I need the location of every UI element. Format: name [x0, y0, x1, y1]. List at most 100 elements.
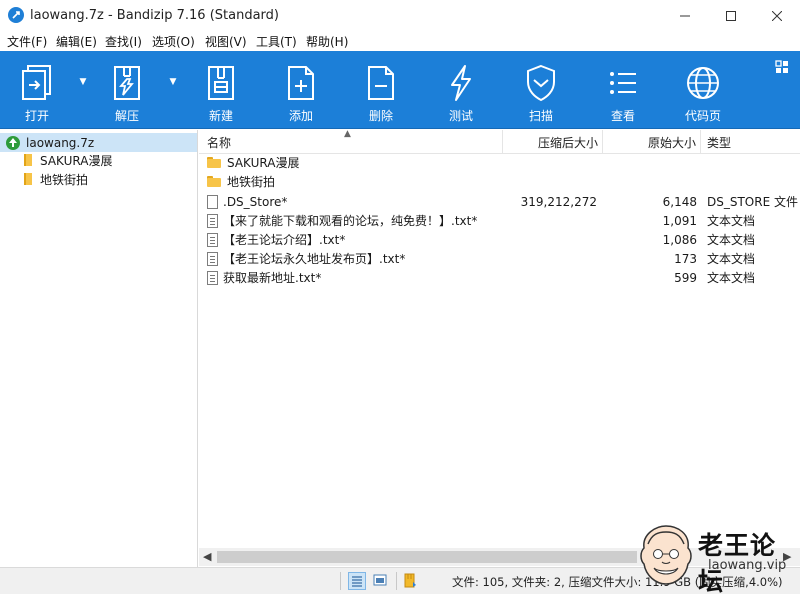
table-row[interactable]: 【老王论坛介绍】.txt* 1,086 文本文档	[199, 230, 800, 249]
row-type: 文本文档	[707, 233, 756, 247]
folder-icon	[24, 154, 32, 166]
row-compressed-size: 319,212,272	[520, 194, 597, 209]
view-list-icon	[603, 63, 643, 103]
row-name: 地铁街拍	[227, 175, 276, 189]
folder-icon	[24, 173, 32, 185]
bandizip-app-icon	[8, 7, 24, 23]
row-type: 文本文档	[707, 214, 756, 228]
row-name: 【来了就能下载和观看的论坛，纯免费！】.txt*	[223, 214, 478, 228]
row-type: DS_STORE 文件	[707, 195, 798, 209]
add-label: 添加	[288, 109, 313, 123]
test-lightning-icon	[441, 63, 481, 103]
row-name: 获取最新地址.txt*	[223, 271, 322, 285]
row-original-size: 599	[674, 270, 697, 285]
row-name: 【老王论坛永久地址发布页】.txt*	[223, 252, 406, 266]
details-view-icon[interactable]	[348, 572, 366, 590]
table-row[interactable]: 【老王论坛永久地址发布页】.txt* 173 文本文档	[199, 249, 800, 268]
scan-shield-icon	[521, 63, 561, 103]
folder-tree: laowang.7z SAKURA漫展 地铁街拍	[0, 130, 198, 567]
table-row[interactable]: 地铁街拍	[199, 172, 800, 191]
watermark-url: laowang.vip	[708, 558, 787, 573]
text-file-icon	[207, 270, 218, 285]
menu-edit[interactable]: 编辑(E)	[56, 33, 97, 50]
file-icon	[207, 194, 218, 209]
column-compressed-label: 压缩后大小	[537, 135, 598, 150]
test-label: 测试	[448, 109, 473, 123]
codepage-globe-icon	[683, 63, 723, 103]
menu-bar: 文件(F) 编辑(E) 查找(I) 选项(O) 视图(V) 工具(T) 帮助(H…	[0, 31, 800, 51]
window-title: laowang.7z - Bandizip 7.16 (Standard)	[30, 8, 279, 23]
extract-icon	[107, 63, 147, 103]
text-file-icon	[207, 213, 218, 228]
column-type-label: 类型	[707, 135, 732, 150]
view-label: 查看	[610, 109, 635, 123]
new-button[interactable]: 新建	[192, 51, 250, 129]
tree-root-archive[interactable]: laowang.7z	[0, 133, 197, 152]
menu-find[interactable]: 查找(I)	[105, 33, 142, 50]
codepage-button[interactable]: 代码页	[674, 51, 732, 129]
watermark: 老王论坛 laowang.vip	[638, 522, 796, 594]
row-name: 【老王论坛介绍】.txt*	[223, 233, 346, 247]
new-archive-icon	[201, 63, 241, 103]
delete-file-icon	[361, 63, 401, 103]
test-button[interactable]: 测试	[432, 51, 490, 129]
menu-options[interactable]: 选项(O)	[152, 33, 195, 50]
table-row[interactable]: .DS_Store* 319,212,272 6,148 DS_STORE 文件	[199, 192, 800, 211]
open-button[interactable]: 打开	[8, 51, 66, 129]
open-label: 打开	[24, 109, 49, 123]
layout-toggle-icon[interactable]	[774, 59, 790, 75]
row-original-size: 1,091	[662, 213, 697, 228]
close-button[interactable]	[754, 0, 800, 31]
text-file-icon	[207, 232, 218, 247]
tree-item-label: SAKURA漫展	[40, 153, 113, 168]
row-name: .DS_Store*	[223, 194, 288, 209]
file-list-header: ▲ 名称 压缩后大小 原始大小 类型	[199, 129, 800, 154]
open-dropdown-icon[interactable]: ▼	[76, 75, 90, 89]
menu-help[interactable]: 帮助(H)	[306, 33, 348, 50]
column-name-label: 名称	[207, 135, 232, 150]
thumbnail-view-icon[interactable]	[372, 572, 390, 590]
status-divider	[396, 572, 397, 590]
text-file-icon	[207, 251, 218, 266]
delete-button[interactable]: 删除	[352, 51, 410, 129]
column-header-compressed[interactable]: 压缩后大小	[503, 130, 603, 154]
row-original-size: 173	[674, 251, 697, 266]
folder-icon	[207, 176, 221, 187]
folder-icon	[207, 157, 221, 168]
column-original-label: 原始大小	[647, 135, 696, 150]
column-header-type[interactable]: 类型	[701, 130, 800, 154]
minimize-button[interactable]	[662, 0, 708, 31]
row-type: 文本文档	[707, 252, 756, 266]
extract-button[interactable]: 解压	[98, 51, 156, 129]
menu-tools[interactable]: 工具(T)	[256, 33, 297, 50]
row-name: SAKURA漫展	[227, 156, 300, 170]
view-button[interactable]: 查看	[594, 51, 652, 129]
table-row[interactable]: SAKURA漫展	[199, 153, 800, 172]
table-row[interactable]: 获取最新地址.txt* 599 文本文档	[199, 268, 800, 287]
delete-label: 删除	[368, 109, 393, 123]
open-icon	[17, 63, 57, 103]
row-original-size: 1,086	[662, 232, 697, 247]
add-file-icon	[281, 63, 321, 103]
menu-view[interactable]: 视图(V)	[205, 33, 247, 50]
scroll-left-icon[interactable]: ◀	[203, 550, 211, 563]
scrollbar-thumb[interactable]	[217, 551, 637, 563]
tree-root-label: laowang.7z	[26, 135, 95, 150]
column-header-original[interactable]: 原始大小	[603, 130, 701, 154]
row-original-size: 6,148	[662, 194, 697, 209]
column-header-name[interactable]: 名称	[199, 130, 503, 154]
table-row[interactable]: 【来了就能下载和观看的论坛，纯免费！】.txt* 1,091 文本文档	[199, 211, 800, 230]
maximize-button[interactable]	[708, 0, 754, 31]
add-button[interactable]: 添加	[272, 51, 330, 129]
extract-dropdown-icon[interactable]: ▼	[166, 75, 180, 89]
status-divider	[340, 572, 341, 590]
menu-file[interactable]: 文件(F)	[7, 33, 47, 50]
scan-button[interactable]: 扫描	[512, 51, 570, 129]
tree-item-folder-1[interactable]: SAKURA漫展	[24, 151, 112, 169]
new-label: 新建	[208, 109, 233, 123]
codepage-label: 代码页	[684, 109, 721, 123]
tree-item-folder-2[interactable]: 地铁街拍	[24, 170, 88, 188]
row-type: 文本文档	[707, 271, 756, 285]
archive-folder-icon[interactable]	[402, 572, 420, 590]
title-bar: laowang.7z - Bandizip 7.16 (Standard)	[0, 0, 800, 31]
